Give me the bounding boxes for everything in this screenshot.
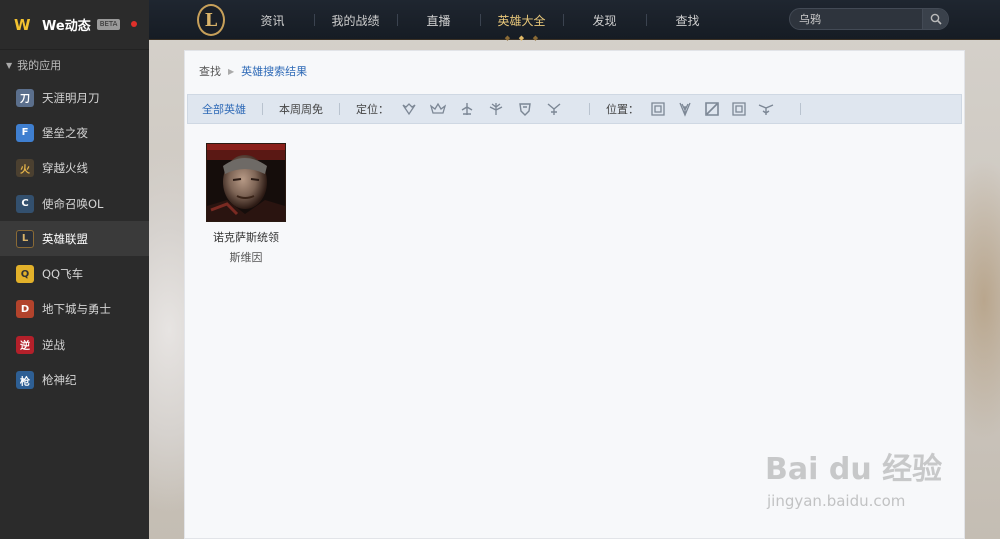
breadcrumb-root[interactable]: 查找 bbox=[199, 63, 221, 79]
divider bbox=[262, 103, 263, 115]
search-button[interactable] bbox=[922, 9, 948, 29]
divider bbox=[589, 103, 590, 115]
nav-tab-news[interactable]: 资讯 bbox=[231, 0, 314, 40]
nav-tabs: 资讯 我的战绩 直播 英雄大全 发现 查找 bbox=[231, 0, 729, 40]
mid-lane-icon[interactable] bbox=[703, 99, 721, 119]
breadcrumb-current: 英雄搜索结果 bbox=[241, 65, 308, 78]
sidebar-item-label: 枪神纪 bbox=[42, 373, 77, 388]
notification-dot bbox=[131, 21, 137, 27]
top-lane-icon[interactable] bbox=[649, 99, 667, 119]
we-logo-icon: W bbox=[14, 15, 31, 34]
mage-icon[interactable] bbox=[428, 99, 448, 119]
sidebar-item-label: 使命召唤OL bbox=[42, 196, 104, 211]
fighter-icon[interactable] bbox=[515, 99, 535, 119]
top-nav: L 资讯 我的战绩 直播 英雄大全 发现 查找 bbox=[149, 0, 1000, 40]
sidebar-item-nizhan[interactable]: 逆 逆战 bbox=[0, 327, 149, 362]
breadcrumb: 查找 ▶ 英雄搜索结果 bbox=[185, 51, 964, 91]
nav-tab-search[interactable]: 查找 bbox=[646, 0, 729, 40]
sidebar-item-qqspeed[interactable]: Q QQ飞车 bbox=[0, 256, 149, 291]
sidebar-item-dnf[interactable]: D 地下城与勇士 bbox=[0, 292, 149, 327]
crossfire-icon: 火 bbox=[16, 159, 34, 178]
tab-weekly-free[interactable]: 本周周免 bbox=[279, 101, 323, 117]
qqspeed-icon: Q bbox=[16, 265, 34, 284]
tianya-icon: 刀 bbox=[16, 88, 34, 107]
sidebar-item-label: 穿越火线 bbox=[42, 161, 88, 176]
fortnite-icon: F bbox=[16, 123, 34, 142]
sidebar-item-crossfire[interactable]: 火 穿越火线 bbox=[0, 151, 149, 186]
section-label: 我的应用 bbox=[17, 59, 62, 72]
sidebar-item-label: 地下城与勇士 bbox=[42, 302, 111, 317]
hero-results: 诺克萨斯统领 斯维因 bbox=[185, 124, 964, 265]
breadcrumb-arrow-icon: ▶ bbox=[228, 66, 235, 76]
sidebar-item-lol[interactable]: L 英雄联盟 bbox=[0, 221, 149, 257]
sidebar-item-tianya[interactable]: 刀 天涯明月刀 bbox=[0, 80, 149, 115]
nav-tab-heroes[interactable]: 英雄大全 bbox=[480, 0, 563, 40]
support-icon[interactable] bbox=[544, 99, 564, 119]
jungle-icon[interactable] bbox=[676, 99, 694, 119]
sidebar-item-label: 逆战 bbox=[42, 337, 65, 352]
divider bbox=[339, 103, 340, 115]
search-box bbox=[789, 8, 949, 30]
divider bbox=[800, 103, 801, 115]
sidebar-item-label: 天涯明月刀 bbox=[42, 90, 100, 105]
app-list: 刀 天涯明月刀 F 堡垒之夜 火 穿越火线 C 使命召唤OL L 英雄联盟 Q … bbox=[0, 80, 149, 398]
search-input[interactable] bbox=[790, 12, 922, 26]
sidebar-item-fortnite[interactable]: F 堡垒之夜 bbox=[0, 115, 149, 150]
app-title: We动态 bbox=[42, 19, 91, 34]
my-apps-section[interactable]: ▼ 我的应用 bbox=[0, 50, 149, 80]
lol-logo-icon[interactable]: L bbox=[197, 4, 225, 36]
hero-name: 诺克萨斯统领 bbox=[213, 231, 279, 244]
beta-badge: BETA bbox=[96, 19, 121, 30]
hero-search-panel: 查找 ▶ 英雄搜索结果 全部英雄 本周周免 定位： 位置： 诺克萨斯统领 斯维因 bbox=[184, 50, 965, 539]
support-lane-icon[interactable] bbox=[757, 99, 775, 119]
nav-tab-my-stats[interactable]: 我的战绩 bbox=[314, 0, 397, 40]
nizhan-icon: 逆 bbox=[16, 335, 34, 354]
caret-down-icon: ▼ bbox=[6, 60, 13, 70]
qiangshen-icon: 枪 bbox=[16, 371, 34, 390]
sidebar-item-cod[interactable]: C 使命召唤OL bbox=[0, 186, 149, 221]
sidebar-item-label: 英雄联盟 bbox=[42, 231, 88, 246]
cod-icon: C bbox=[16, 194, 34, 213]
hero-portrait[interactable] bbox=[206, 143, 286, 222]
sidebar-header: W We动态 BETA bbox=[0, 0, 149, 50]
hero-portrait-image bbox=[207, 144, 285, 221]
dnf-icon: D bbox=[16, 300, 34, 319]
hero-title: 斯维因 bbox=[229, 251, 263, 264]
marksman-icon[interactable] bbox=[486, 99, 506, 119]
assassin-icon[interactable] bbox=[399, 99, 419, 119]
nav-tab-discover[interactable]: 发现 bbox=[563, 0, 646, 40]
position-label: 位置： bbox=[606, 103, 639, 116]
sidebar: W We动态 BETA ▼ 我的应用 刀 天涯明月刀 F 堡垒之夜 火 穿越火线… bbox=[0, 0, 149, 539]
filter-bar: 全部英雄 本周周免 定位： 位置： bbox=[187, 94, 962, 124]
role-label: 定位： bbox=[356, 103, 389, 116]
tank-icon[interactable] bbox=[457, 99, 477, 119]
sidebar-item-label: 堡垒之夜 bbox=[42, 125, 88, 140]
search-icon bbox=[930, 13, 942, 25]
nav-tab-live[interactable]: 直播 bbox=[397, 0, 480, 40]
tab-all-heroes[interactable]: 全部英雄 bbox=[202, 101, 246, 117]
bot-lane-icon[interactable] bbox=[730, 99, 748, 119]
sidebar-item-label: QQ飞车 bbox=[42, 267, 84, 282]
sidebar-item-qiangshen[interactable]: 枪 枪神纪 bbox=[0, 362, 149, 397]
lol-icon: L bbox=[16, 229, 34, 248]
hero-card[interactable]: 诺克萨斯统领 斯维因 bbox=[206, 143, 286, 265]
